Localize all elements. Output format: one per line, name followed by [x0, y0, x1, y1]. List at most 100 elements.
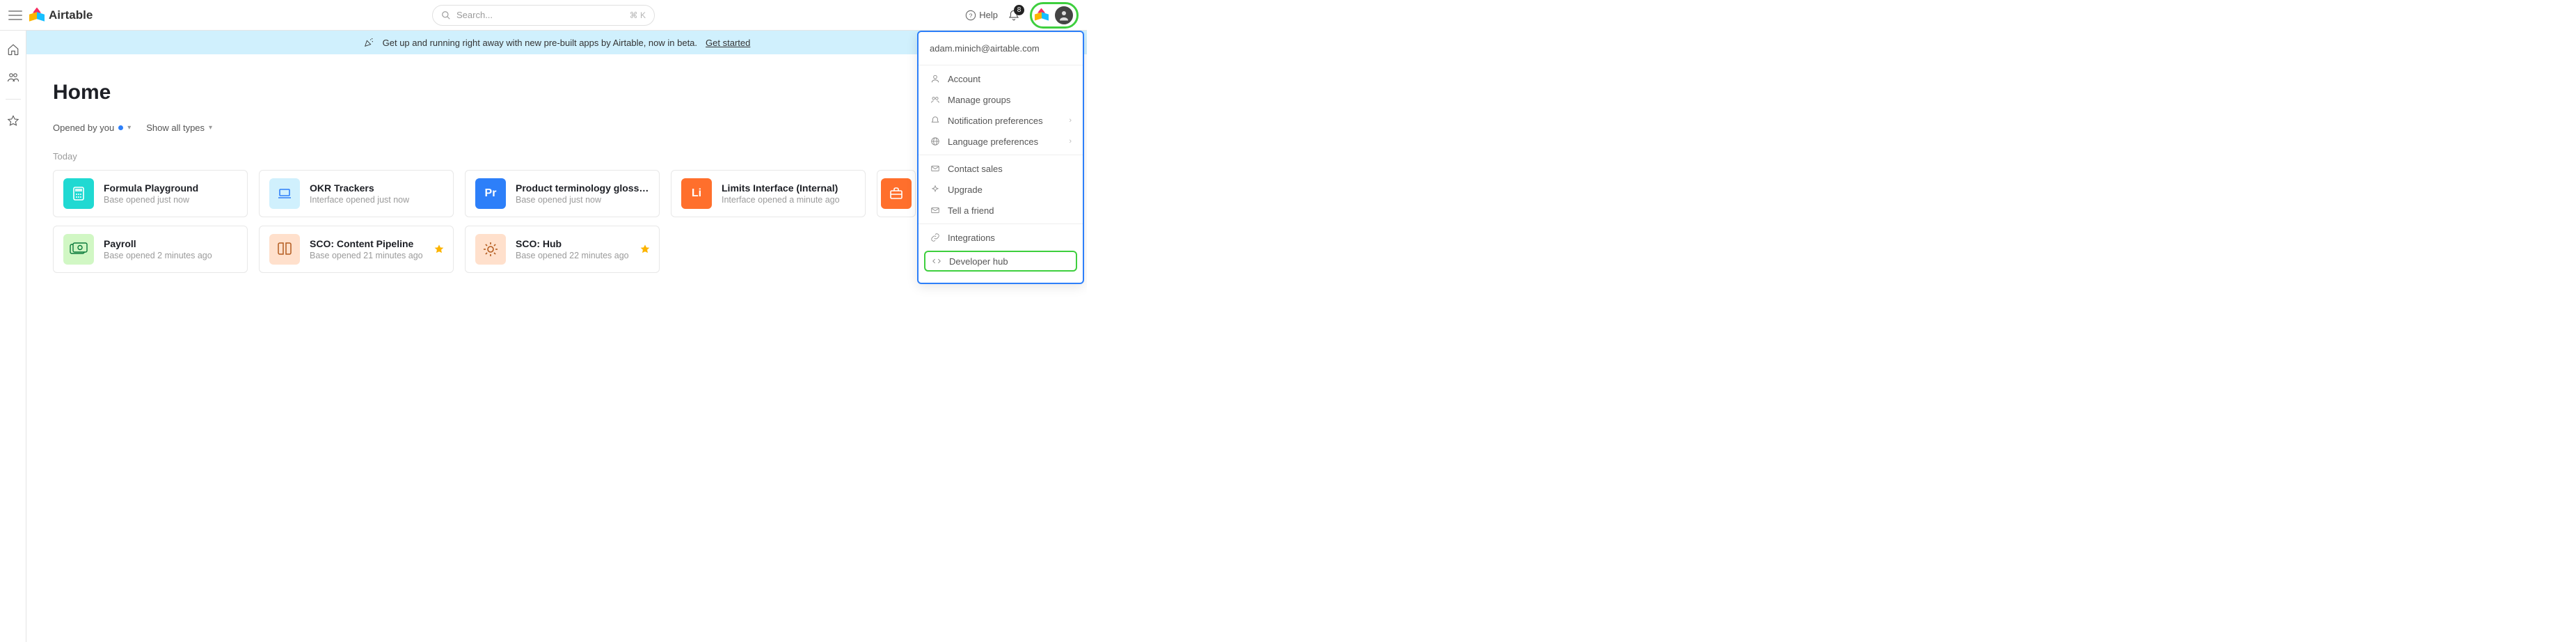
person-icon — [930, 73, 941, 84]
base-card[interactable]: SCO: Content Pipeline Base opened 21 min… — [259, 226, 454, 273]
card-title: Payroll — [104, 238, 212, 249]
sun-icon — [475, 234, 506, 265]
svg-text:?: ? — [969, 12, 973, 19]
briefcase-icon — [881, 178, 912, 209]
people-icon[interactable] — [7, 71, 19, 84]
mail-icon — [930, 163, 941, 174]
menu-label: Contact sales — [948, 164, 1003, 174]
chevron-down-icon: ▾ — [127, 124, 131, 132]
brand[interactable]: Airtable — [29, 8, 93, 23]
cards-row: Payroll Base opened 2 minutes ago SCO: C… — [53, 226, 1060, 273]
card-title: SCO: Content Pipeline — [310, 238, 423, 249]
card-title: Product terminology glossary — [516, 182, 649, 194]
money-icon — [63, 234, 94, 265]
menu-label: Tell a friend — [948, 205, 994, 216]
card-subtitle: Base opened 2 minutes ago — [104, 251, 212, 260]
card-subtitle: Interface opened a minute ago — [722, 195, 840, 205]
help-icon: ? — [965, 10, 976, 21]
menu-item-contact-sales[interactable]: Contact sales — [919, 158, 1083, 179]
base-card[interactable]: Payroll Base opened 2 minutes ago — [53, 226, 248, 273]
banner-link[interactable]: Get started — [706, 38, 750, 48]
account-email: adam.minich@airtable.com — [919, 40, 1083, 62]
menu-label: Integrations — [948, 233, 995, 243]
link-icon — [930, 232, 941, 243]
notification-badge: 8 — [1014, 5, 1024, 15]
section-label-today: Today — [53, 151, 1060, 162]
bell-icon — [930, 115, 941, 126]
calculator-icon — [63, 178, 94, 209]
base-card[interactable]: Pr Product terminology glossary Base ope… — [465, 170, 660, 217]
person-icon — [1058, 9, 1070, 22]
menu-item-language-prefs[interactable]: Language preferences › — [919, 131, 1083, 152]
sparkle-icon — [930, 184, 941, 195]
airtable-logo-icon — [1035, 8, 1049, 22]
menu-item-developer-hub[interactable]: Developer hub — [924, 251, 1077, 272]
active-dot-icon — [118, 125, 123, 130]
notifications-button[interactable]: 8 — [1008, 9, 1020, 22]
card-subtitle: Base opened 22 minutes ago — [516, 251, 629, 260]
filter-show-types[interactable]: Show all types ▾ — [146, 123, 212, 133]
cards-row: Formula Playground Base opened just now … — [53, 170, 1060, 217]
user-avatar[interactable] — [1054, 6, 1074, 25]
filter-opened-by[interactable]: Opened by you ▾ — [53, 123, 131, 133]
help-label: Help — [979, 10, 998, 20]
menu-item-tell-friend[interactable]: Tell a friend — [919, 200, 1083, 221]
star-icon[interactable] — [7, 115, 19, 127]
chevron-right-icon: › — [1069, 116, 1072, 125]
laptop-icon — [269, 178, 300, 209]
base-card[interactable]: SCO: Hub Base opened 22 minutes ago — [465, 226, 660, 273]
confetti-icon — [363, 37, 374, 48]
help-button[interactable]: ? Help — [965, 10, 998, 21]
card-title: Limits Interface (Internal) — [722, 182, 840, 194]
base-card[interactable] — [877, 170, 916, 217]
menu-item-account[interactable]: Account — [919, 68, 1083, 89]
menu-label: Notification preferences — [948, 116, 1043, 126]
rail-divider — [6, 99, 21, 100]
content-area: Get up and running right away with new p… — [26, 31, 1087, 642]
chevron-right-icon: › — [1069, 137, 1072, 146]
code-icon — [931, 256, 942, 267]
menu-label: Manage groups — [948, 95, 1010, 105]
book-icon — [269, 234, 300, 265]
search-icon — [441, 10, 451, 20]
card-title: Formula Playground — [104, 182, 198, 194]
menu-label: Account — [948, 74, 980, 84]
card-subtitle: Base opened 21 minutes ago — [310, 251, 423, 260]
base-card[interactable]: Formula Playground Base opened just now — [53, 170, 248, 217]
card-title: OKR Trackers — [310, 182, 409, 194]
filter-types-label: Show all types — [146, 123, 205, 133]
menu-item-integrations[interactable]: Integrations — [919, 227, 1083, 248]
card-title: SCO: Hub — [516, 238, 629, 249]
base-card[interactable]: OKR Trackers Interface opened just now — [259, 170, 454, 217]
menu-label: Developer hub — [949, 256, 1008, 267]
app-header: Airtable Search... ⌘ K ? Help 8 — [0, 0, 1087, 31]
account-menu: adam.minich@airtable.com Account Manage … — [917, 31, 1084, 284]
account-avatar-group[interactable] — [1030, 2, 1079, 29]
globe-icon — [930, 136, 941, 147]
base-initials-icon: Li — [681, 178, 712, 209]
left-rail — [0, 31, 26, 642]
filter-opened-label: Opened by you — [53, 123, 114, 133]
base-card[interactable]: Li Limits Interface (Internal) Interface… — [671, 170, 866, 217]
search-shortcut: ⌘ K — [630, 10, 646, 20]
menu-toggle-button[interactable] — [8, 10, 22, 20]
banner-text: Get up and running right away with new p… — [383, 38, 697, 48]
people-icon — [930, 94, 941, 105]
star-icon[interactable] — [434, 244, 445, 255]
card-subtitle: Base opened just now — [516, 195, 649, 205]
menu-item-notification-prefs[interactable]: Notification preferences › — [919, 110, 1083, 131]
search-input[interactable]: Search... ⌘ K — [432, 5, 655, 26]
menu-item-manage-groups[interactable]: Manage groups — [919, 89, 1083, 110]
menu-item-upgrade[interactable]: Upgrade — [919, 179, 1083, 200]
menu-label: Upgrade — [948, 185, 983, 195]
chevron-down-icon: ▾ — [209, 124, 212, 132]
brand-name: Airtable — [49, 8, 93, 22]
search-placeholder: Search... — [456, 10, 624, 20]
card-subtitle: Interface opened just now — [310, 195, 409, 205]
card-subtitle: Base opened just now — [104, 195, 198, 205]
menu-label: Language preferences — [948, 136, 1038, 147]
home-icon[interactable] — [7, 43, 19, 56]
page-title: Home — [53, 81, 1060, 104]
airtable-logo-icon — [29, 8, 45, 23]
star-icon[interactable] — [639, 244, 651, 255]
